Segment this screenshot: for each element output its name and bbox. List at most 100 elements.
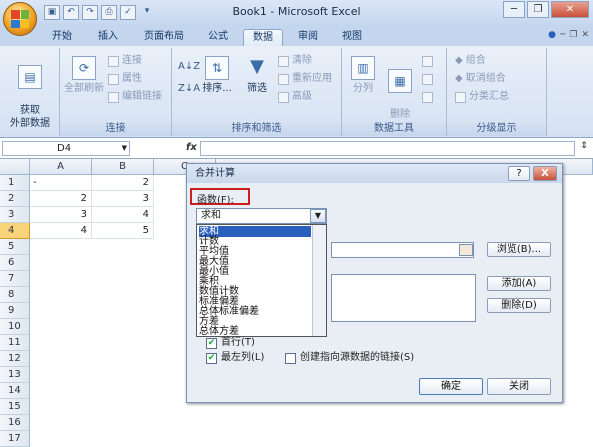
row-header[interactable]: 10 <box>0 319 30 335</box>
sort-button[interactable]: ⇅ 排序... <box>200 56 234 95</box>
create-links-option[interactable]: 创建指向源数据的链接(S) <box>285 352 414 364</box>
ribbon: ▤ 获取 外部数据 ⟳ 全部刷新 连接 属性 编辑链接 连接 A↓Z Z↓A ⇅… <box>0 46 593 138</box>
left-column-option[interactable]: ✔ 最左列(L) <box>206 352 264 364</box>
what-if-button[interactable] <box>422 92 433 103</box>
close-workbook-icon[interactable]: ✕ <box>581 30 589 40</box>
row-header[interactable]: 12 <box>0 351 30 367</box>
row-header[interactable]: 16 <box>0 415 30 431</box>
cell-B3[interactable]: 4 <box>92 207 154 223</box>
get-external-group: ▤ 获取 外部数据 <box>0 48 60 136</box>
reapply-button[interactable]: 重新应用 <box>278 72 332 86</box>
tab-view[interactable]: 视图 <box>332 29 372 46</box>
consolidate-button[interactable] <box>422 74 433 85</box>
row-header[interactable]: 11 <box>0 335 30 351</box>
tab-formulas[interactable]: 公式 <box>198 29 238 46</box>
delete-button[interactable]: 删除(D) <box>487 298 551 313</box>
row-header[interactable]: 8 <box>0 287 30 303</box>
dropdown-scrollbar[interactable] <box>312 225 326 336</box>
consolidate-dialog: 合并计算 ? X 函数(F): 求和 ▼ 求和 计数 平均值 最大值 最小值 乘积 数值计数… <box>186 163 563 403</box>
cell-B4[interactable]: 5 <box>92 223 154 239</box>
properties-button[interactable]: 属性 <box>108 72 142 86</box>
select-all-corner[interactable] <box>0 159 30 175</box>
ok-button[interactable]: 确定 <box>419 378 483 395</box>
row-header[interactable]: 6 <box>0 255 30 271</box>
dialog-help-button[interactable]: ? <box>508 166 530 181</box>
close-icon[interactable]: ✕ <box>551 1 589 18</box>
cell-A1[interactable]: - <box>30 175 92 191</box>
create-links-checkbox[interactable] <box>285 352 296 364</box>
tab-review[interactable]: 审阅 <box>288 29 328 46</box>
cell-B1[interactable]: 2 <box>92 175 154 191</box>
filter-icon: ▼ <box>250 56 264 77</box>
tab-page-layout[interactable]: 页面布局 <box>134 29 194 46</box>
get-external-data-button[interactable]: ▤ 获取 外部数据 <box>4 52 56 130</box>
consolidate-icon <box>422 74 433 85</box>
sort-ascending-button[interactable]: A↓Z <box>178 60 200 74</box>
cell-A2[interactable]: 2 <box>30 191 92 207</box>
row-header[interactable]: 17 <box>0 431 30 447</box>
top-row-option[interactable]: ✔ 首行(T) <box>206 337 255 349</box>
restore-ribbon-icon[interactable]: ❐ <box>569 30 577 40</box>
row-header[interactable]: 13 <box>0 367 30 383</box>
row-header[interactable]: 3 <box>0 207 30 223</box>
function-select[interactable]: 求和 <box>196 208 327 224</box>
group-button[interactable]: ◆ 组合 <box>455 54 486 68</box>
all-references-list[interactable] <box>331 274 476 322</box>
dialog-close-button[interactable]: X <box>533 166 557 181</box>
advanced-button[interactable]: 高级 <box>278 90 312 104</box>
refresh-all-button[interactable]: ⟳ 全部刷新 <box>62 56 106 95</box>
cell-A3[interactable]: 3 <box>30 207 92 223</box>
browse-button[interactable]: 浏览(B)... <box>487 242 551 257</box>
close-button[interactable]: 关闭 <box>487 378 551 395</box>
row-header[interactable]: 9 <box>0 303 30 319</box>
row-header[interactable]: 7 <box>0 271 30 287</box>
advanced-icon <box>278 91 289 103</box>
tab-insert[interactable]: 插入 <box>88 29 128 46</box>
fx-icon[interactable]: fx <box>186 142 197 153</box>
row-header[interactable]: 2 <box>0 191 30 207</box>
cell-B2[interactable]: 3 <box>92 191 154 207</box>
tab-home[interactable]: 开始 <box>42 29 82 46</box>
restore-icon[interactable]: ❐ <box>527 1 549 18</box>
subtotal-button[interactable]: 分类汇总 <box>455 90 509 104</box>
edit-links-button[interactable]: 编辑链接 <box>108 90 162 104</box>
connections-group: ⟳ 全部刷新 连接 属性 编辑链接 连接 <box>60 48 172 136</box>
minimize-ribbon-icon[interactable]: ─ <box>560 30 565 40</box>
office-button[interactable] <box>3 2 37 36</box>
add-button[interactable]: 添加(A) <box>487 276 551 291</box>
column-header[interactable]: B <box>92 159 154 175</box>
filter-button[interactable]: ▼ 筛选 <box>240 56 274 95</box>
reference-input[interactable] <box>331 242 474 258</box>
properties-icon <box>108 73 119 85</box>
column-header[interactable]: A <box>30 159 92 175</box>
top-row-checkbox[interactable]: ✔ <box>206 337 217 349</box>
tab-data[interactable]: 数据 <box>243 29 283 46</box>
dialog-title: 合并计算 <box>187 164 562 183</box>
sort-descending-button[interactable]: Z↓A <box>178 82 200 96</box>
range-picker-icon[interactable] <box>459 244 473 256</box>
formula-input[interactable] <box>200 141 575 156</box>
outline-group: ◆ 组合 ◆ 取消组合 分类汇总 分级显示 <box>447 48 547 136</box>
connections-button[interactable]: 连接 <box>108 54 142 68</box>
chevron-down-icon[interactable]: ▼ <box>310 209 326 223</box>
row-header[interactable]: 5 <box>0 239 30 255</box>
clear-button[interactable]: 清除 <box>278 54 312 68</box>
group-icon: ◆ <box>455 55 463 66</box>
edit-links-icon <box>108 91 119 103</box>
expand-formula-icon[interactable]: ⇕ <box>577 141 591 156</box>
left-column-checkbox[interactable]: ✔ <box>206 352 217 364</box>
data-validation-button[interactable] <box>422 56 433 67</box>
row-header[interactable]: 1 <box>0 175 30 191</box>
function-option[interactable]: 总体方差 <box>199 326 311 336</box>
cell-A4[interactable]: 4 <box>30 223 92 239</box>
row-header[interactable]: 4 <box>0 223 30 239</box>
text-to-columns-button[interactable]: ▥ 分列 <box>346 56 380 95</box>
row-header[interactable]: 15 <box>0 399 30 415</box>
help-icon[interactable]: ● <box>548 30 556 40</box>
refresh-icon: ⟳ <box>72 56 96 80</box>
minimize-icon[interactable]: ─ <box>503 1 525 18</box>
name-box-dropdown-icon[interactable]: ▼ <box>122 142 127 155</box>
row-header[interactable]: 14 <box>0 383 30 399</box>
ungroup-button[interactable]: ◆ 取消组合 <box>455 72 506 86</box>
name-box[interactable]: D4 ▼ <box>2 141 130 156</box>
